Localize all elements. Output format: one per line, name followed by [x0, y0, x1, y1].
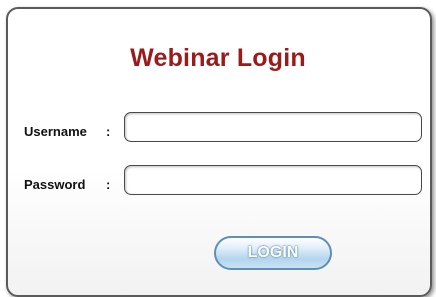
login-button[interactable]: LOGIN — [214, 236, 332, 270]
password-colon: : — [106, 177, 111, 192]
password-label: Password — [24, 177, 86, 192]
username-field[interactable] — [124, 112, 422, 142]
password-field[interactable] — [124, 165, 422, 195]
username-label: Username — [24, 124, 87, 139]
username-colon: : — [106, 124, 111, 139]
page-title: Webinar Login — [130, 44, 306, 72]
